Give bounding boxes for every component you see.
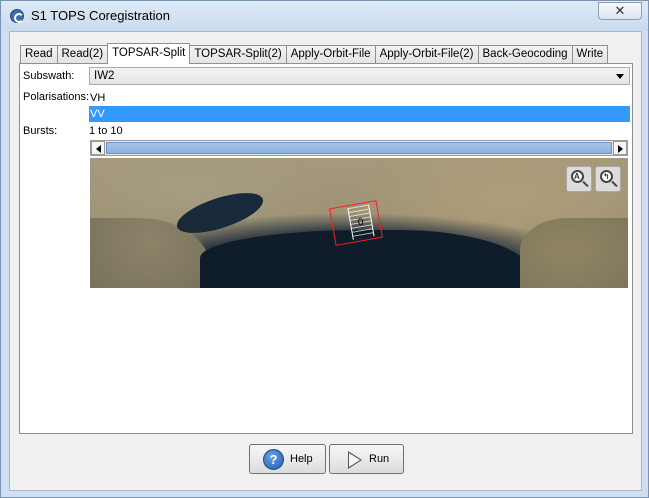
tab-read-2[interactable]: Read(2) [56,45,109,64]
play-icon [348,451,362,469]
help-label: Help [290,453,313,465]
close-button[interactable]: ✕ [598,2,642,20]
tab-apply-orbit-file-2[interactable]: Apply-Orbit-File(2) [374,45,479,64]
tab-read[interactable]: Read [20,45,58,64]
map-gulf-water [172,184,268,242]
polarisations-label: Polarisations: [23,91,90,103]
arrow-right-icon [618,145,623,153]
run-label: Run [369,453,390,465]
zoom-previous-button[interactable]: ↰ [595,166,621,192]
help-button[interactable]: ? Help [249,444,326,474]
subswath-dropdown[interactable]: IW2 [89,67,630,85]
app-icon [10,9,24,23]
arrow-left-icon [96,145,101,153]
burst-number: 0 [357,216,365,229]
tab-apply-orbit-file[interactable]: Apply-Orbit-File [285,45,376,64]
tab-topsar-split[interactable]: TOPSAR-Split [107,43,191,64]
dialog-window: S1 TOPS Coregistration ✕ Read Read(2) TO… [0,0,649,498]
polarisation-item-vh[interactable]: VH [89,90,630,106]
bursts-label: Bursts: [23,125,58,137]
tab-back-geocoding[interactable]: Back-Geocoding [477,45,573,64]
zoom-all-mark: A [574,172,580,181]
zoom-all-button[interactable]: A [566,166,592,192]
slider-left-button[interactable] [91,141,105,155]
chevron-down-icon [616,74,624,79]
lens-handle [611,180,618,188]
title-bar[interactable]: S1 TOPS Coregistration ✕ [1,1,648,31]
world-map-view[interactable]: 0 A ↰ [90,158,628,288]
slider-right-button[interactable] [613,141,627,155]
lens-handle [582,180,589,188]
window-title: S1 TOPS Coregistration [31,8,170,23]
tab-topsar-split-2[interactable]: TOPSAR-Split(2) [189,45,287,64]
bursts-range-slider[interactable] [90,140,628,156]
dialog-client-area: Read Read(2) TOPSAR-Split TOPSAR-Split(2… [9,31,642,491]
tab-write[interactable]: Write [571,45,609,64]
polarisation-item-vv[interactable]: VV [89,106,630,122]
subswath-value: IW2 [94,70,115,82]
run-button[interactable]: Run [329,444,404,474]
zoom-previous-mark: ↰ [603,172,610,181]
slider-thumb[interactable] [106,142,612,154]
tab-bar: Read Read(2) TOPSAR-Split TOPSAR-Split(2… [20,43,609,64]
map-land-india [520,218,628,288]
bursts-range: 1 to 10 [89,125,123,137]
help-icon: ? [263,449,284,470]
topsar-split-panel: Subswath: IW2 Polarisations: VH VV Burst… [19,63,633,434]
subswath-label: Subswath: [23,70,75,82]
